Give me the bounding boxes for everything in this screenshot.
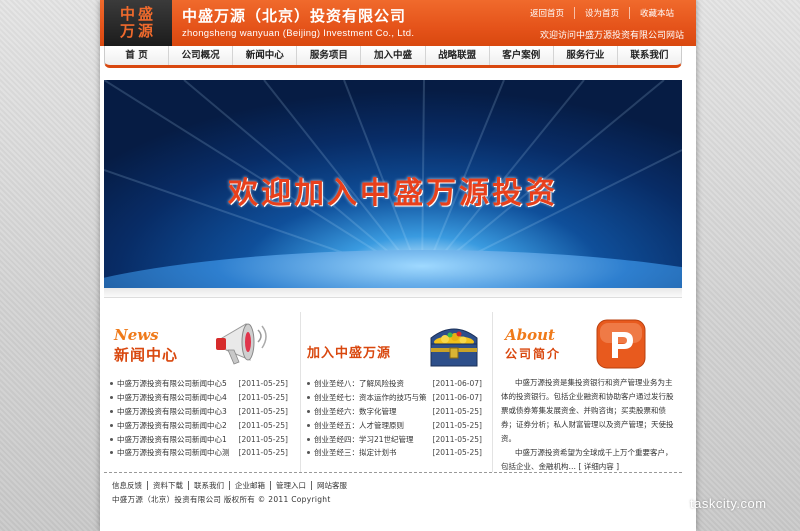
site-footer: 信息反馈 资料下载 联系我们 企业邮箱 管理入口 网站客服 中盛万源（北京）投资… bbox=[104, 472, 682, 505]
list-item[interactable]: 中盛万源投资有限公司新闻中心1 [2011-05-25] bbox=[108, 432, 288, 446]
about-section: About 公司简介 中盛万源投资是集投资银行和资产管理业务为主体的投资银行。包… bbox=[492, 312, 684, 472]
bookmark-link[interactable]: 收藏本站 bbox=[628, 7, 684, 19]
join-list: 创业圣经八：了解风险投资 [2011-06-07] 创业圣经七：资本运作的技巧与策… bbox=[301, 377, 486, 460]
news-header: News 新闻中心 bbox=[104, 312, 292, 374]
logo-line-2: 万源 bbox=[119, 22, 156, 40]
list-item[interactable]: 创业圣经七：资本运作的技巧与策 [2011-06-07] bbox=[305, 391, 482, 405]
list-item[interactable]: 创业圣经六：数字化管理 [2011-05-25] bbox=[305, 405, 482, 419]
banner-headline: 欢迎加入中盛万源投资 bbox=[228, 176, 558, 211]
nav-item-services[interactable]: 服务项目 bbox=[296, 46, 360, 65]
megaphone-icon bbox=[212, 316, 272, 373]
nav-item-about[interactable]: 公司概况 bbox=[168, 46, 232, 65]
list-item[interactable]: 中盛万源投资有限公司新闻中心2 [2011-05-25] bbox=[108, 418, 288, 432]
join-header: 加入中盛万源 bbox=[301, 312, 486, 374]
back-home-link[interactable]: 返回首页 bbox=[520, 7, 574, 19]
footer-link-support[interactable]: 网站客服 bbox=[311, 481, 352, 490]
about-title-cn: 公司简介 bbox=[505, 347, 562, 361]
set-homepage-link[interactable]: 设为首页 bbox=[573, 7, 629, 19]
powerpoint-icon bbox=[595, 318, 649, 375]
join-title: 加入中盛万源 bbox=[307, 346, 392, 361]
nav-item-contact[interactable]: 联系我们 bbox=[616, 46, 681, 65]
page-background-left bbox=[0, 0, 100, 531]
footer-link-admin[interactable]: 管理入口 bbox=[270, 481, 311, 490]
hero-banner: 欢迎加入中盛万源投资 bbox=[104, 80, 682, 288]
site-logo[interactable]: 中盛 万源 bbox=[104, 0, 172, 46]
watermark: taskcity.com bbox=[690, 496, 767, 511]
news-list: 中盛万源投资有限公司新闻中心5 [2011-05-25] 中盛万源投资有限公司新闻… bbox=[104, 377, 292, 460]
footer-links: 信息反馈 资料下载 联系我们 企业邮箱 管理入口 网站客服 bbox=[112, 481, 682, 490]
company-name: 中盛万源（北京）投资有限公司 bbox=[182, 7, 407, 25]
about-title-en: About bbox=[505, 326, 555, 344]
list-item[interactable]: 中盛万源投资有限公司新闻中心测 [2011-05-25] bbox=[108, 446, 288, 460]
news-title-en: News bbox=[114, 326, 159, 344]
about-paragraph-2: 中盛万源投资希望为全球成千上万个重要客户，包括企业、金融机构… [ 详细内容 ] bbox=[501, 448, 673, 471]
site-header: 中盛 万源 中盛万源（北京）投资有限公司 zhongsheng wanyuan … bbox=[100, 0, 696, 46]
about-paragraph-1: 中盛万源投资是集投资银行和资产管理业务为主体的投资银行。包括企业融资和协助客户通… bbox=[501, 378, 674, 443]
company-name-en: zhongsheng wanyuan (Beijing) Investment … bbox=[182, 28, 415, 39]
list-item[interactable]: 创业圣经四：学习21世纪管理 [2011-05-25] bbox=[305, 432, 482, 446]
news-title-cn: 新闻中心 bbox=[114, 346, 179, 364]
nav-item-join[interactable]: 加入中盛 bbox=[360, 46, 424, 65]
footer-link-downloads[interactable]: 资料下载 bbox=[147, 481, 188, 490]
list-item[interactable]: 创业圣经三：拟定计划书 [2011-05-25] bbox=[305, 446, 482, 460]
footer-link-email[interactable]: 企业邮箱 bbox=[229, 481, 270, 490]
top-links: 返回首页 设为首页 收藏本站 bbox=[520, 7, 684, 19]
list-item[interactable]: 创业圣经八：了解风险投资 [2011-06-07] bbox=[305, 377, 482, 391]
about-text: 中盛万源投资是集投资银行和资产管理业务为主体的投资银行。包括企业融资和协助客户通… bbox=[493, 374, 684, 474]
copyright: 中盛万源（北京）投资有限公司 版权所有 © 2011 Copyright bbox=[112, 495, 331, 504]
banner-shadow-strip bbox=[104, 288, 682, 298]
nav-item-news[interactable]: 新闻中心 bbox=[232, 46, 296, 65]
footer-link-contact[interactable]: 联系我们 bbox=[188, 481, 229, 490]
treasure-chest-icon bbox=[425, 318, 483, 375]
page-background-right bbox=[696, 0, 800, 531]
nav-item-industries[interactable]: 服务行业 bbox=[552, 46, 617, 65]
welcome-text: 欢迎访问中盛万源投资有限公司网站 bbox=[539, 31, 684, 41]
join-section: 加入中盛万源 创业圣经八：了解风险投资 [2011-06-07] 创业圣经七：资… bbox=[300, 312, 486, 472]
list-item[interactable]: 中盛万源投资有限公司新闻中心5 [2011-05-25] bbox=[108, 377, 288, 391]
logo-line-1: 中盛 bbox=[119, 5, 156, 23]
list-item[interactable]: 中盛万源投资有限公司新闻中心3 [2011-05-25] bbox=[108, 405, 288, 419]
list-item[interactable]: 创业圣经五：人才管理原则 [2011-05-25] bbox=[305, 418, 482, 432]
page-container: 中盛 万源 中盛万源（北京）投资有限公司 zhongsheng wanyuan … bbox=[100, 0, 696, 531]
news-section: News 新闻中心 中盛万源投资有限公司新闻中心5 [2011-05-25] 中盛… bbox=[104, 312, 292, 472]
footer-link-feedback[interactable]: 信息反馈 bbox=[112, 481, 147, 490]
about-header: About 公司简介 bbox=[493, 312, 684, 374]
nav-item-cases[interactable]: 客户案例 bbox=[488, 46, 553, 65]
nav-item-alliance[interactable]: 战略联盟 bbox=[424, 46, 489, 65]
list-item[interactable]: 中盛万源投资有限公司新闻中心4 [2011-05-25] bbox=[108, 391, 288, 405]
main-nav: 首 页 公司概况 新闻中心 服务项目 加入中盛 战略联盟 客户案例 服务行业 联… bbox=[104, 46, 682, 68]
nav-item-home[interactable]: 首 页 bbox=[105, 46, 168, 65]
more-details-link[interactable]: [ 详细内容 ] bbox=[578, 462, 619, 471]
